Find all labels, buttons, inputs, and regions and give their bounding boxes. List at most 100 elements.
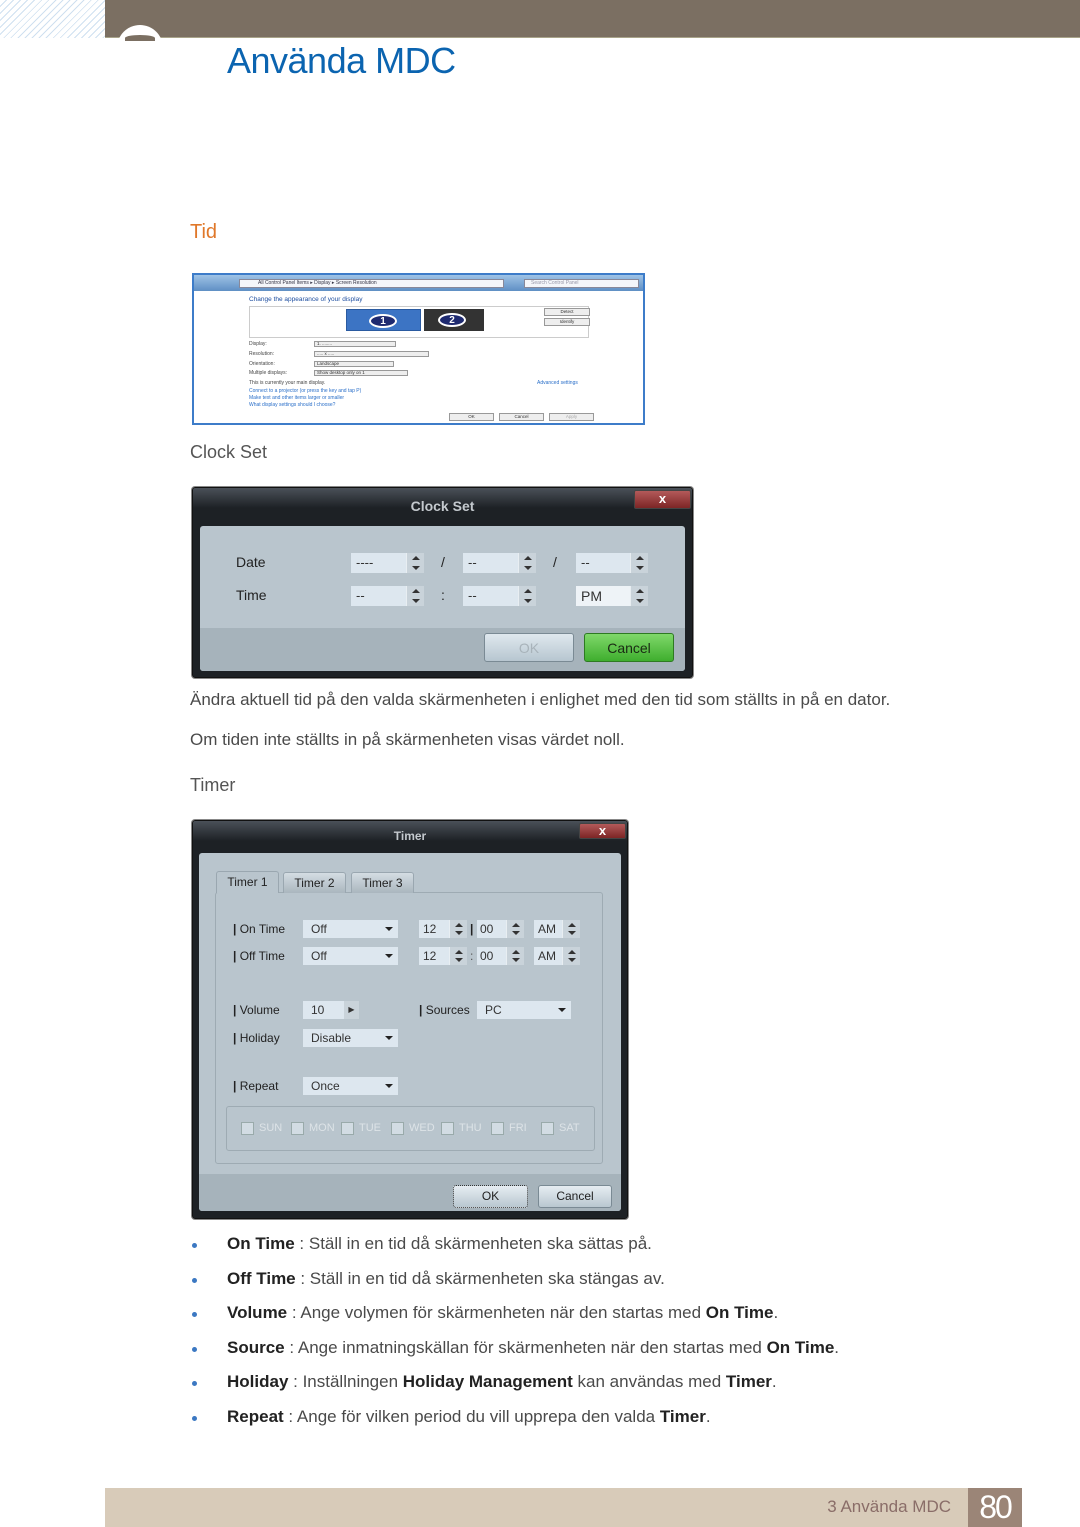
month-spinner[interactable]: -- [463,553,536,573]
row-label: Display: [249,341,267,347]
text-size-link: Make text and other items larger or smal… [249,395,345,401]
month-value: -- [468,555,477,570]
monitor-2: 2 [424,309,484,331]
ok-button[interactable]: OK [484,633,574,662]
off-hour-spinner[interactable]: 12 [419,947,467,965]
description: : Ange inmatningskällan för skärmenheten… [284,1337,767,1357]
day-checkbox[interactable] [341,1122,354,1135]
day-label: TUE [359,1122,381,1134]
main-display-text: This is currently your main display. [249,380,326,386]
description: : Ställ in en tid då skärmenheten ska st… [295,1268,665,1288]
on-time-dropdown[interactable]: Off [303,920,398,938]
ampm-spinner[interactable]: PM [576,586,648,606]
tab-timer-2[interactable]: Timer 2 [283,872,346,893]
day-value: -- [581,555,590,570]
on-ampm-spinner[interactable]: AM [534,920,580,938]
row-select: Show desktop only on 1 [314,370,408,376]
display-settings-link: What display settings should I choose? [249,402,336,408]
hour-spinner[interactable]: -- [351,586,424,606]
day-checkbox[interactable] [541,1122,554,1135]
day-checkbox[interactable] [241,1122,254,1135]
page-title: Använda MDC [227,40,456,81]
off-ampm-spinner[interactable]: AM [534,947,580,965]
spin-arrows-icon[interactable] [518,586,536,606]
off-time-dropdown[interactable]: Off [303,947,398,965]
cancel-button[interactable]: Cancel [538,1185,612,1208]
day-spinner[interactable]: -- [576,553,648,573]
close-button[interactable]: x [579,823,626,839]
sources-dropdown[interactable]: PC [477,1001,571,1019]
on-time-label: On Time [233,922,285,936]
tab-timer-3[interactable]: Timer 3 [351,872,414,893]
holiday-dropdown[interactable]: Disable [303,1029,398,1047]
spin-arrows-icon[interactable] [406,586,424,606]
minute-value: 00 [480,949,494,963]
spin-arrows-icon[interactable] [562,920,580,938]
day-checkbox[interactable] [391,1122,404,1135]
year-spinner[interactable]: ---- [351,553,424,573]
holiday-label: Holiday [233,1031,280,1045]
address-bar: All Control Panel Items ▸ Display ▸ Scre… [239,279,504,288]
row-select: ..... x ..... [314,351,429,357]
on-hour-spinner[interactable]: 12 [419,920,467,938]
monitor-1: 1 [346,309,421,331]
day-label: SUN [259,1122,283,1134]
dialog-title: Clock Set [410,498,475,514]
term: Repeat [227,1407,284,1426]
day-checkbox[interactable] [441,1122,454,1135]
term: Source [227,1337,285,1357]
spin-arrows-icon[interactable] [506,920,524,938]
spin-arrows-icon[interactable] [506,947,524,965]
day-checkbox[interactable] [291,1122,304,1135]
spin-arrows-icon[interactable] [449,947,467,965]
separator: / [441,554,445,570]
clock-set-dialog: Clock Set x Date Time ---- / -- / -- -- … [192,487,693,678]
spin-arrows-icon[interactable] [630,586,648,606]
projector-link: Connect to a projector (or press the key… [249,388,362,394]
section-title: Tid [190,221,218,243]
day-label: THU [459,1122,482,1134]
minute-spinner[interactable]: -- [463,586,536,606]
row-label: Multiple displays: [249,370,288,376]
row-label: Orientation: [249,361,275,367]
term: Timer [659,1407,706,1426]
spin-arrows-icon[interactable] [562,947,580,965]
spin-arrows-icon[interactable] [630,553,648,573]
play-arrow-icon[interactable]: ▶ [344,1001,359,1019]
separator: / [553,554,557,570]
time-label: Time [236,587,267,603]
ampm-value: AM [538,922,556,936]
off-minute-spinner[interactable]: 00 [477,947,524,965]
spin-arrows-icon[interactable] [449,920,467,938]
footer-chapter: 3 Använda MDC [827,1497,951,1516]
description: . [771,1372,777,1392]
list-item-text: Source : Ange inmatningskällan för skärm… [227,1338,839,1358]
description: . [705,1407,711,1426]
screenshot-heading: Change the appearance of your display [249,296,363,303]
paragraph: Om tiden inte ställts in på skärmenheten… [190,730,625,749]
spin-arrows-icon[interactable] [518,553,536,573]
description: : Ställ in en tid då skärmenheten ska sä… [294,1234,652,1253]
cancel-button[interactable]: Cancel [584,633,674,662]
list-item-text: On Time : Ställ in en tid då skärmenhete… [227,1234,652,1254]
chapter-badge [117,25,163,71]
on-minute-spinner[interactable]: 00 [477,920,524,938]
term: Holiday Management [402,1372,573,1392]
monitor-1-number: 1 [369,314,397,328]
description: : Inställningen [288,1372,403,1392]
header-pattern [0,0,105,38]
day-checkbox[interactable] [491,1122,504,1135]
minute-value: 00 [480,922,494,936]
row-select: 1. ........ [314,341,396,347]
close-button[interactable]: x [634,490,691,509]
spin-arrows-icon[interactable] [406,553,424,573]
dialog-title: Timer [393,829,427,843]
bullet-icon [192,1346,197,1352]
ok-button[interactable]: OK [453,1185,528,1208]
tab-timer-1[interactable]: Timer 1 [216,871,279,893]
clock-set-heading: Clock Set [190,442,268,462]
monitor-2-number: 2 [438,313,466,327]
repeat-dropdown[interactable]: Once [303,1077,398,1095]
volume-field[interactable]: 10 ▶ [303,1001,359,1019]
minute-value: -- [468,588,477,603]
